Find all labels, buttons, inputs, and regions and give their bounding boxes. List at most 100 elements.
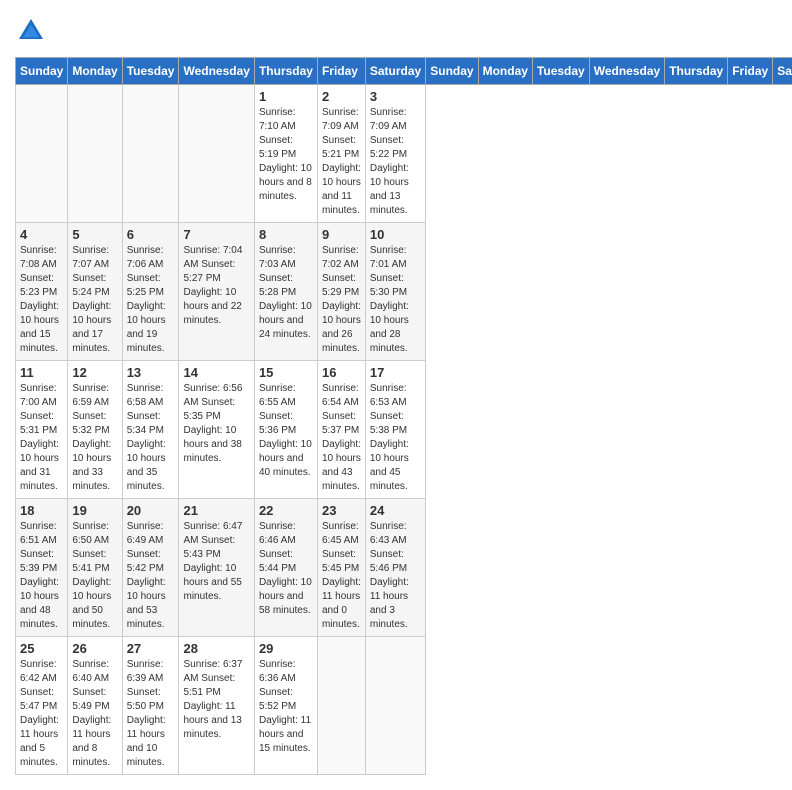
day-number: 20 [127, 503, 175, 518]
day-info: Sunrise: 6:39 AM Sunset: 5:50 PM Dayligh… [127, 658, 175, 770]
calendar-day: 25 Sunrise: 6:42 AM Sunset: 5:47 PM Dayli… [16, 637, 68, 775]
day-info: Sunrise: 6:37 AM Sunset: 5:51 PM Dayligh… [183, 658, 249, 742]
day-info: Sunrise: 7:07 AM Sunset: 5:24 PM Dayligh… [72, 244, 117, 356]
calendar-day: 13 Sunrise: 6:58 AM Sunset: 5:34 PM Dayli… [122, 361, 179, 499]
calendar-day: 7Sunrise: 7:04 AM Sunset: 5:27 PM Daylig… [179, 223, 254, 361]
calendar-day: 4 Sunrise: 7:08 AM Sunset: 5:23 PM Daylig… [16, 223, 68, 361]
logo-icon [15, 15, 47, 47]
day-info: Sunrise: 7:08 AM Sunset: 5:23 PM Dayligh… [20, 244, 63, 356]
day-number: 25 [20, 641, 63, 656]
day-info: Sunrise: 7:09 AM Sunset: 5:22 PM Dayligh… [370, 106, 421, 218]
calendar-day: 28Sunrise: 6:37 AM Sunset: 5:51 PM Dayli… [179, 637, 254, 775]
calendar-day: 29 Sunrise: 6:36 AM Sunset: 5:52 PM Dayli… [254, 637, 317, 775]
day-number: 18 [20, 503, 63, 518]
day-number: 11 [20, 365, 63, 380]
day-number: 13 [127, 365, 175, 380]
day-number: 9 [322, 227, 361, 242]
day-info: Sunrise: 7:02 AM Sunset: 5:29 PM Dayligh… [322, 244, 361, 356]
calendar-week-3: 11Sunrise: 7:00 AM Sunset: 5:31 PM Dayli… [16, 361, 792, 499]
day-number: 29 [259, 641, 313, 656]
day-info: Sunrise: 6:50 AM Sunset: 5:41 PM Dayligh… [72, 520, 117, 632]
day-info: Sunrise: 6:49 AM Sunset: 5:42 PM Dayligh… [127, 520, 175, 632]
day-number: 4 [20, 227, 63, 242]
day-info: Sunrise: 6:47 AM Sunset: 5:43 PM Dayligh… [183, 520, 249, 604]
day-number: 14 [183, 365, 249, 380]
calendar-day: 2 Sunrise: 7:09 AM Sunset: 5:21 PM Daylig… [317, 85, 365, 223]
day-info: Sunrise: 6:56 AM Sunset: 5:35 PM Dayligh… [183, 382, 249, 466]
calendar-week-5: 25 Sunrise: 6:42 AM Sunset: 5:47 PM Dayli… [16, 637, 792, 775]
calendar-day: 26 Sunrise: 6:40 AM Sunset: 5:49 PM Dayli… [68, 637, 122, 775]
day-number: 2 [322, 89, 361, 104]
day-info: Sunrise: 6:43 AM Sunset: 5:46 PM Dayligh… [370, 520, 421, 632]
calendar-day: 17 Sunrise: 6:53 AM Sunset: 5:38 PM Dayli… [365, 361, 425, 499]
calendar-day: 5 Sunrise: 7:07 AM Sunset: 5:24 PM Daylig… [68, 223, 122, 361]
calendar-day: 10 Sunrise: 7:01 AM Sunset: 5:30 PM Dayli… [365, 223, 425, 361]
calendar-day: 11Sunrise: 7:00 AM Sunset: 5:31 PM Dayli… [16, 361, 68, 499]
calendar-day: 23Sunrise: 6:45 AM Sunset: 5:45 PM Dayli… [317, 499, 365, 637]
day-number: 12 [72, 365, 117, 380]
calendar-day: 14 Sunrise: 6:56 AM Sunset: 5:35 PM Dayli… [179, 361, 254, 499]
day-info: Sunrise: 6:42 AM Sunset: 5:47 PM Dayligh… [20, 658, 63, 770]
day-number: 15 [259, 365, 313, 380]
day-info: Sunrise: 6:53 AM Sunset: 5:38 PM Dayligh… [370, 382, 421, 494]
day-number: 5 [72, 227, 117, 242]
day-info: Sunrise: 6:58 AM Sunset: 5:34 PM Dayligh… [127, 382, 175, 494]
day-number: 1 [259, 89, 313, 104]
calendar-day: 16Sunrise: 6:54 AM Sunset: 5:37 PM Dayli… [317, 361, 365, 499]
calendar-table: SundayMondayTuesdayWednesdayThursdayFrid… [15, 57, 792, 775]
header-saturday: Saturday [365, 58, 425, 85]
day-number: 22 [259, 503, 313, 518]
weekday-header-friday: Friday [728, 58, 773, 85]
calendar-day: 3 Sunrise: 7:09 AM Sunset: 5:22 PM Daylig… [365, 85, 425, 223]
header-tuesday: Tuesday [122, 58, 179, 85]
weekday-header-saturday: Saturday [773, 58, 792, 85]
calendar-day: 27 Sunrise: 6:39 AM Sunset: 5:50 PM Dayli… [122, 637, 179, 775]
calendar-day: 8Sunrise: 7:03 AM Sunset: 5:28 PM Daylig… [254, 223, 317, 361]
calendar-week-4: 18Sunrise: 6:51 AM Sunset: 5:39 PM Dayli… [16, 499, 792, 637]
day-number: 26 [72, 641, 117, 656]
day-number: 8 [259, 227, 313, 242]
day-info: Sunrise: 6:54 AM Sunset: 5:37 PM Dayligh… [322, 382, 361, 494]
weekday-header-sunday: Sunday [426, 58, 478, 85]
header-sunday: Sunday [16, 58, 68, 85]
header-wednesday: Wednesday [179, 58, 254, 85]
calendar-day: 21 Sunrise: 6:47 AM Sunset: 5:43 PM Dayli… [179, 499, 254, 637]
day-number: 17 [370, 365, 421, 380]
day-number: 21 [183, 503, 249, 518]
calendar-header-row: SundayMondayTuesdayWednesdayThursdayFrid… [16, 58, 792, 85]
header-monday: Monday [68, 58, 122, 85]
day-info: Sunrise: 6:45 AM Sunset: 5:45 PM Dayligh… [322, 520, 361, 632]
day-info: Sunrise: 7:06 AM Sunset: 5:25 PM Dayligh… [127, 244, 175, 356]
weekday-header-thursday: Thursday [665, 58, 728, 85]
day-info: Sunrise: 7:09 AM Sunset: 5:21 PM Dayligh… [322, 106, 361, 218]
day-number: 10 [370, 227, 421, 242]
calendar-day: 20 Sunrise: 6:49 AM Sunset: 5:42 PM Dayli… [122, 499, 179, 637]
calendar-day: 22Sunrise: 6:46 AM Sunset: 5:44 PM Dayli… [254, 499, 317, 637]
day-info: Sunrise: 6:59 AM Sunset: 5:32 PM Dayligh… [72, 382, 117, 494]
calendar-day: 18Sunrise: 6:51 AM Sunset: 5:39 PM Dayli… [16, 499, 68, 637]
calendar-day [365, 637, 425, 775]
weekday-header-tuesday: Tuesday [532, 58, 589, 85]
day-info: Sunrise: 7:01 AM Sunset: 5:30 PM Dayligh… [370, 244, 421, 356]
day-number: 19 [72, 503, 117, 518]
logo [15, 15, 51, 47]
page-header [15, 15, 777, 47]
calendar-day: 15 Sunrise: 6:55 AM Sunset: 5:36 PM Dayli… [254, 361, 317, 499]
calendar-day [122, 85, 179, 223]
calendar-week-1: 1Sunrise: 7:10 AM Sunset: 5:19 PM Daylig… [16, 85, 792, 223]
day-info: Sunrise: 7:04 AM Sunset: 5:27 PM Dayligh… [183, 244, 249, 328]
day-info: Sunrise: 6:40 AM Sunset: 5:49 PM Dayligh… [72, 658, 117, 770]
day-number: 27 [127, 641, 175, 656]
calendar-day: 24Sunrise: 6:43 AM Sunset: 5:46 PM Dayli… [365, 499, 425, 637]
calendar-day: 1Sunrise: 7:10 AM Sunset: 5:19 PM Daylig… [254, 85, 317, 223]
weekday-header-monday: Monday [478, 58, 532, 85]
calendar-day [16, 85, 68, 223]
header-thursday: Thursday [254, 58, 317, 85]
calendar-day: 19 Sunrise: 6:50 AM Sunset: 5:41 PM Dayli… [68, 499, 122, 637]
day-number: 3 [370, 89, 421, 104]
weekday-header-wednesday: Wednesday [589, 58, 664, 85]
calendar-day: 9 Sunrise: 7:02 AM Sunset: 5:29 PM Daylig… [317, 223, 365, 361]
calendar-week-2: 4 Sunrise: 7:08 AM Sunset: 5:23 PM Daylig… [16, 223, 792, 361]
day-info: Sunrise: 6:36 AM Sunset: 5:52 PM Dayligh… [259, 658, 313, 756]
day-info: Sunrise: 6:55 AM Sunset: 5:36 PM Dayligh… [259, 382, 313, 480]
